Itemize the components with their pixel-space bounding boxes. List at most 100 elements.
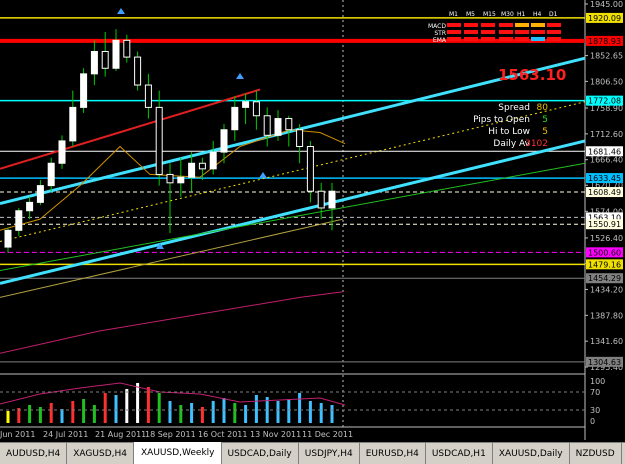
time-tick-label: 16 Oct 2011 [198, 430, 247, 439]
candle-body [328, 190, 336, 209]
price-tick-label: 1526.40 [590, 234, 623, 243]
stat-label: Hi to Low [488, 127, 530, 137]
price-tick-label: 1341.60 [590, 337, 623, 346]
time-tick-label: 13 Nov 2011 [250, 430, 301, 439]
time-tick-label: 18 Sep 2011 [145, 430, 196, 439]
indicator-bar [157, 393, 161, 423]
indicator-bar [190, 403, 194, 423]
candle-body [242, 101, 250, 108]
signal-cell [531, 23, 545, 27]
signal-cell [481, 23, 495, 27]
indicator-bar [276, 401, 280, 423]
timeframe-label: H4 [533, 11, 542, 18]
price-tick-label: 1387.80 [590, 311, 623, 320]
indicator-bar [38, 407, 42, 423]
indicator-bar [179, 405, 183, 423]
indicator-bar [60, 409, 64, 423]
time-tick-label: 11 Dec 2011 [302, 430, 353, 439]
indicator-bar [136, 383, 140, 423]
chart-tab[interactable]: AUDUSD,H4 [0, 443, 68, 464]
candle-body [123, 39, 131, 58]
signal-cell [499, 30, 513, 34]
stat-value: 3102 [525, 139, 548, 149]
price-tick-label: 1712.60 [590, 130, 623, 139]
timeframe-label: M30 [501, 11, 514, 18]
price-tag-label: 1920.09 [588, 14, 621, 23]
candle-body [58, 140, 66, 164]
price-tick-label: 1852.65 [590, 52, 623, 61]
indicator-bar [82, 399, 86, 423]
candle-body [155, 106, 163, 175]
timeframe-label: D1 [549, 11, 558, 18]
candle-body [285, 118, 293, 131]
indicator-bar [103, 393, 107, 423]
price-tick-label: 1666.40 [590, 156, 623, 165]
candle-body [36, 185, 44, 203]
stat-label: Pips to Open [473, 115, 530, 125]
chart-tab[interactable]: NZDUSD [570, 443, 622, 464]
price-chart[interactable]: M1 M5 M15 M30 H1 H4 D1 MACDSTREMA 1563.10 Spread 8… [0, 0, 625, 463]
candle-body [317, 190, 325, 209]
candle-body [26, 201, 34, 212]
signal-cell [531, 30, 545, 34]
chart-tabs: AUDUSD,H4 XAGUSD,H4 XAUUSD,Weekly USDCAD,Da… [0, 442, 625, 464]
candle-body [166, 173, 174, 184]
indicator-tick-label: 30 [590, 406, 600, 415]
signal-cell [447, 37, 461, 41]
signal-cell [464, 23, 478, 27]
timeframe-label: M15 [483, 11, 496, 18]
indicator-bar [287, 399, 291, 423]
signal-row-label: EMA [433, 37, 447, 44]
chart-tab[interactable]: USDJPY,H4 [299, 443, 360, 464]
indicator-bar [254, 395, 258, 423]
indicator-bar [211, 401, 215, 423]
candle-body [209, 151, 217, 170]
candle-body [4, 229, 12, 248]
price-tag-label: 1500.60 [588, 248, 621, 257]
timeframe-label: M5 [466, 11, 475, 18]
indicator-bar [92, 405, 96, 423]
timeframe-label: M1 [449, 11, 458, 18]
price-tag-label: 1304.63 [588, 358, 621, 367]
indicator-bar [6, 411, 10, 423]
price-tag-label: 1550.91 [588, 220, 621, 229]
candle-body [188, 162, 196, 178]
signal-cell [447, 30, 461, 34]
indicator-bar [49, 403, 53, 423]
signal-cell [515, 23, 529, 27]
candle-body [198, 162, 206, 170]
price-tag-label: 1681.46 [588, 147, 621, 156]
signal-cell [481, 37, 495, 41]
indicator-bar [233, 403, 237, 423]
signal-cell [464, 30, 478, 34]
stat-value: 80 [537, 103, 549, 113]
time-tick-label: Jun 2011 [0, 430, 35, 439]
candle-body [15, 210, 23, 231]
stat-value: 5 [542, 115, 548, 125]
indicator-bar [28, 405, 32, 423]
chart-tab[interactable]: XAGUSD,H4 [67, 443, 134, 464]
stat-label: Spread [498, 103, 530, 113]
stat-value: 5 [542, 127, 548, 137]
candle-body [101, 50, 109, 69]
price-tick-label: 1945.00 [590, 0, 623, 9]
chart-tab[interactable]: EURUSD,H4 [360, 443, 426, 464]
candle-body [306, 145, 314, 192]
time-tick-label: 24 Jul 2011 [43, 430, 88, 439]
candle-body [177, 176, 185, 184]
indicator-tick-label: 100 [590, 377, 605, 386]
signal-cell [515, 30, 529, 34]
chart-tab[interactable]: XAUUSD,Weekly [134, 442, 222, 464]
candle-body [252, 101, 260, 117]
candle-body [69, 106, 77, 142]
indicator-bar [125, 389, 129, 423]
chart-tab[interactable]: XAUUSD,Daily [493, 443, 570, 464]
chart-tab[interactable]: USDCAD,H1 [426, 443, 493, 464]
candle-body [134, 56, 142, 86]
signal-row-label: STR [434, 30, 446, 37]
time-tick-label: 21 Aug 2011 [95, 430, 146, 439]
candle-body [263, 115, 271, 136]
candle-body [274, 118, 282, 136]
candle-body [144, 84, 152, 108]
chart-tab[interactable]: USDCAD,Daily [222, 443, 299, 464]
